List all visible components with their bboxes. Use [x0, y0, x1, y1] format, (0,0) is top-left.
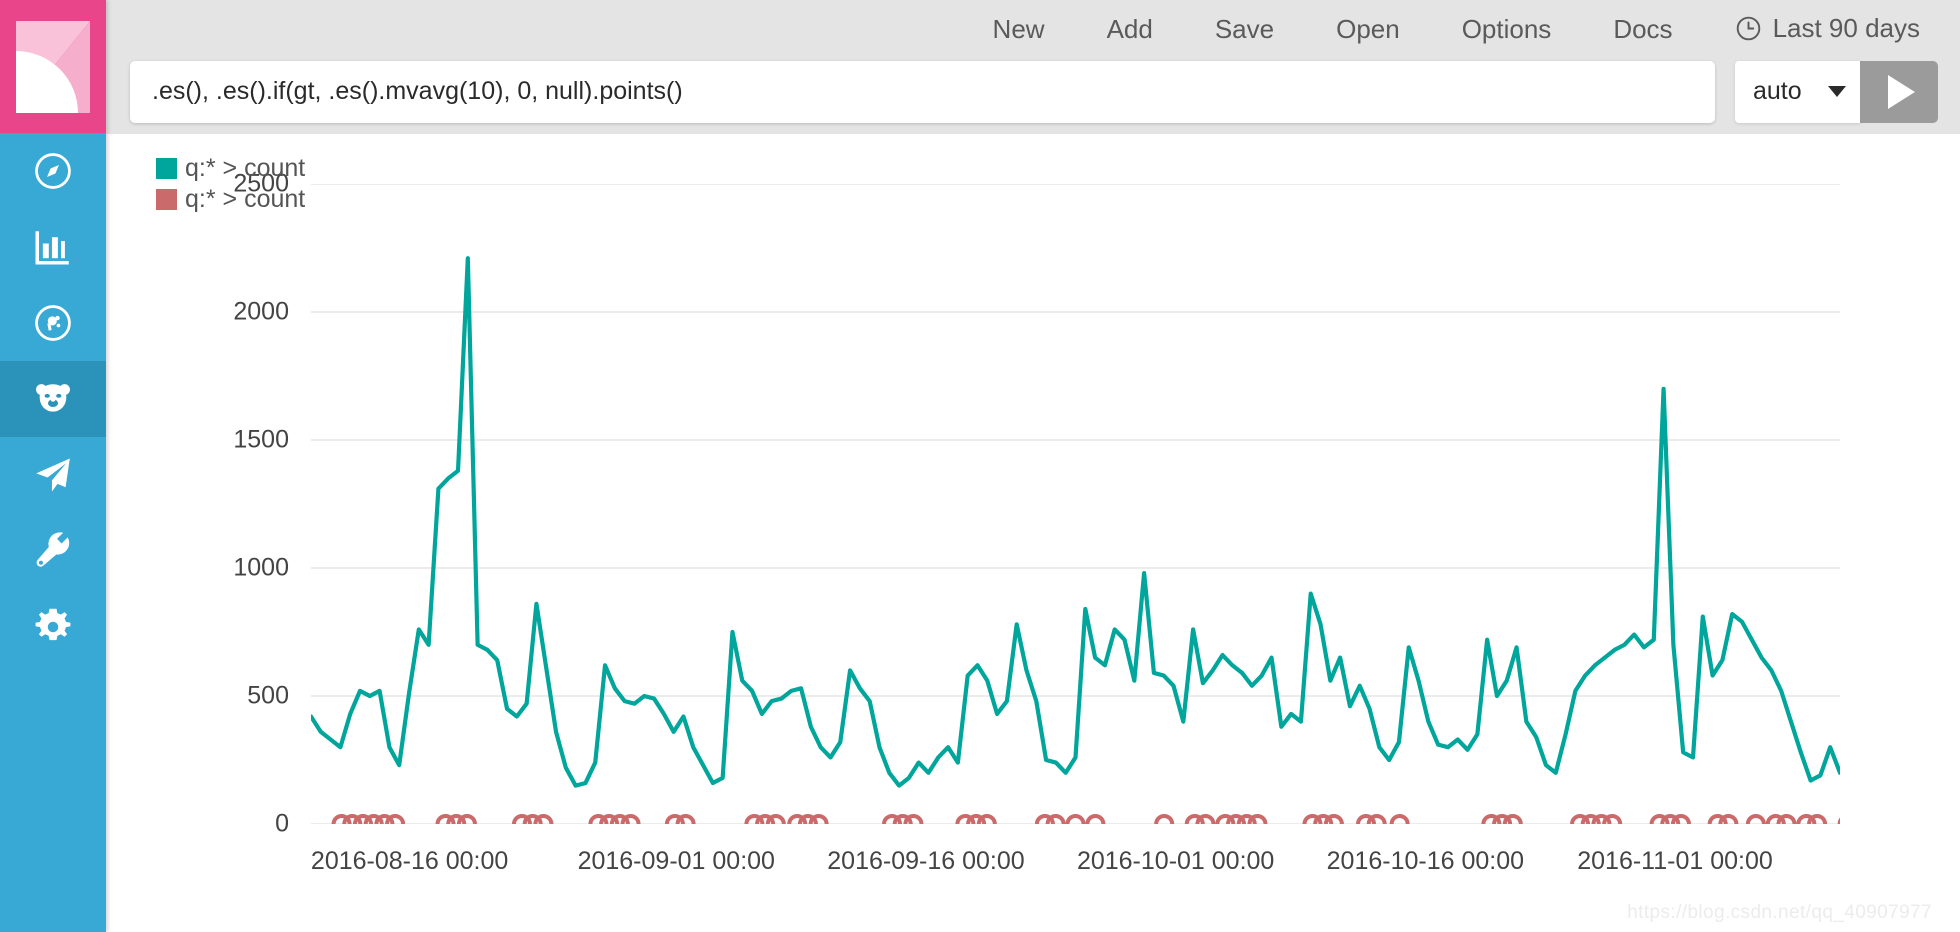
menu-save[interactable]: Save — [1215, 16, 1274, 42]
data-point-marker — [1085, 814, 1106, 824]
data-point-marker — [385, 814, 406, 824]
y-axis-tick: 1000 — [233, 553, 289, 582]
data-point-marker — [976, 814, 997, 824]
data-point-marker — [1389, 814, 1410, 824]
sidebar-item-timelion[interactable] — [0, 361, 106, 437]
paper-plane-icon — [32, 454, 74, 496]
data-point-marker — [533, 814, 554, 824]
legend-item-1[interactable]: q:* > count — [156, 187, 305, 212]
watermark: https://blog.csdn.net/qq_40907977 — [1627, 902, 1932, 923]
time-range-label: Last 90 days — [1772, 13, 1920, 43]
data-point-marker — [765, 814, 786, 824]
menu-add[interactable]: Add — [1107, 16, 1153, 42]
compass-icon — [32, 150, 74, 192]
x-axis-tick: 2016-10-01 00:00 — [1076, 847, 1275, 875]
sidebar-item-console[interactable] — [0, 437, 106, 513]
line-series — [311, 256, 1840, 788]
legend-swatch-0 — [156, 158, 177, 179]
kibana-logo[interactable] — [0, 0, 106, 133]
data-point-marker — [1045, 814, 1066, 824]
x-axis-tick: 2016-11-01 00:00 — [1577, 847, 1773, 875]
data-point-marker — [1502, 814, 1523, 824]
clock-icon — [1735, 15, 1762, 42]
data-point-marker — [1154, 814, 1175, 824]
y-axis-tick: 500 — [247, 681, 289, 710]
x-axis-tick: 2016-10-16 00:00 — [1326, 847, 1525, 875]
data-point-marker — [675, 814, 696, 824]
bear-face-icon — [32, 378, 74, 420]
query-bar: auto — [106, 57, 1960, 134]
data-point-marker — [903, 814, 924, 824]
legend-label-0: q:* > count — [185, 154, 306, 182]
legend-item-0[interactable]: q:* > count — [156, 156, 305, 181]
menu-docs[interactable]: Docs — [1613, 16, 1672, 42]
wrench-icon — [32, 530, 74, 572]
sidebar-item-dev-tools[interactable] — [0, 513, 106, 589]
run-query-button[interactable] — [1860, 60, 1938, 123]
x-axis-tick: 2016-08-16 00:00 — [310, 847, 509, 875]
sidebar-item-management[interactable] — [0, 589, 106, 665]
plot-svg — [311, 184, 1840, 824]
data-point-marker — [1807, 814, 1828, 824]
interval-value: auto — [1753, 77, 1802, 105]
chart-area: q:* > count q:* > count 0 500 1000 1500 2000… — [106, 134, 1960, 932]
data-point-marker — [1602, 814, 1623, 824]
x-axis-tick: 2016-09-01 00:00 — [577, 847, 775, 875]
top-menu-bar: New Add Save Open Options Docs Last 90 d… — [106, 0, 1960, 57]
dashboard-icon — [32, 302, 74, 344]
data-point-marker — [1195, 814, 1216, 824]
data-point-marker — [1247, 814, 1268, 824]
x-axis-tick: 2016-09-16 00:00 — [827, 847, 1025, 875]
data-point-marker — [1670, 814, 1691, 824]
bar-chart-icon — [32, 226, 74, 268]
data-point-marker — [1745, 814, 1766, 824]
time-range-picker[interactable]: Last 90 days — [1735, 13, 1920, 44]
sidebar-item-dashboard[interactable] — [0, 285, 106, 361]
data-point-marker — [808, 814, 829, 824]
timelion-plot[interactable]: 0 500 1000 1500 2000 2500 2016-08-16 00:00 2016… — [233, 170, 1840, 875]
legend-swatch-1 — [156, 189, 177, 210]
data-point-marker — [1718, 814, 1739, 824]
data-point-marker — [1065, 814, 1086, 824]
y-axis-tick: 0 — [275, 809, 289, 838]
global-nav-sidebar — [0, 0, 106, 932]
chevron-down-icon — [1828, 86, 1846, 97]
data-point-marker — [1776, 814, 1797, 824]
gear-icon — [32, 606, 74, 648]
menu-open[interactable]: Open — [1336, 16, 1400, 42]
timelion-app: New Add Save Open Options Docs Last 90 d… — [0, 0, 1960, 932]
timelion-expression-input[interactable] — [130, 60, 1715, 123]
data-point-marker — [1366, 814, 1387, 824]
interval-select[interactable]: auto — [1735, 60, 1860, 123]
play-icon — [1888, 74, 1915, 109]
data-point-marker — [620, 814, 641, 824]
menu-options[interactable]: Options — [1462, 16, 1552, 42]
legend-label-1: q:* > count — [185, 185, 306, 213]
data-point-marker — [1323, 814, 1344, 824]
chart-legend: q:* > count q:* > count — [156, 156, 305, 212]
y-axis-tick: 1500 — [233, 425, 289, 454]
y-axis-tick: 2000 — [233, 297, 289, 326]
sidebar-item-visualize[interactable] — [0, 209, 106, 285]
menu-new[interactable]: New — [993, 16, 1045, 42]
sidebar-item-discover[interactable] — [0, 133, 106, 209]
kibana-logo-icon — [16, 20, 90, 113]
data-point-marker — [456, 814, 477, 824]
main-column: New Add Save Open Options Docs Last 90 d… — [106, 0, 1960, 932]
